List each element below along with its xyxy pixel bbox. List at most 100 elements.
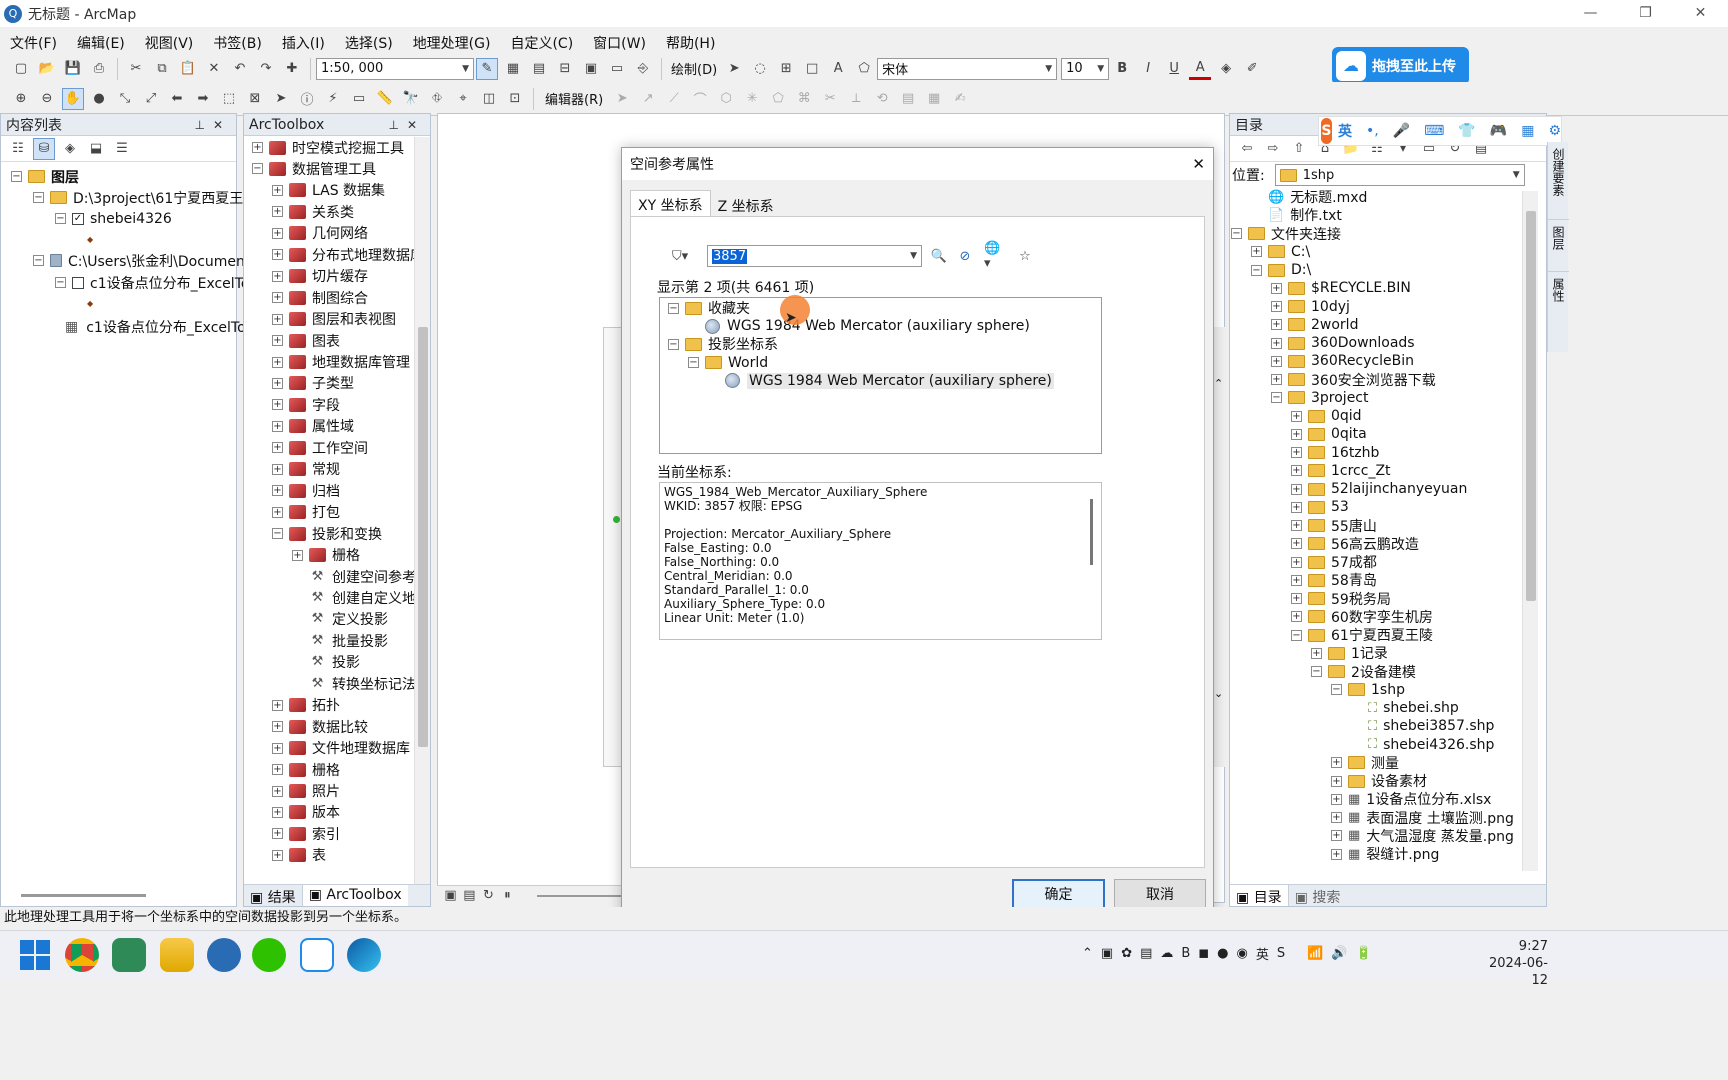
collapse-icon[interactable]: − — [668, 338, 679, 350]
point-icon[interactable]: ✳ — [741, 88, 763, 110]
pan-icon[interactable]: ✋ — [62, 87, 84, 110]
time-slider-icon[interactable]: ◫ — [478, 88, 500, 110]
catalog-item[interactable]: +360安全浏览器下载 — [1271, 371, 1436, 389]
collapse-icon[interactable]: − — [1291, 629, 1302, 641]
menu-file[interactable]: 文件(F) — [10, 33, 57, 53]
edit-annotation-icon[interactable]: ↗ — [637, 88, 659, 110]
toolbox-item[interactable]: − 投影和变换 — [272, 523, 382, 544]
expand-icon[interactable]: + — [272, 742, 283, 754]
endpoint-arc-icon[interactable]: ⌒ — [689, 88, 711, 110]
collapse-icon[interactable]: − — [668, 302, 679, 314]
toolbox-tool[interactable]: ⚒ 定义投影 — [309, 609, 388, 630]
catalog-item[interactable]: 🌐 无标题.mxd — [1268, 188, 1367, 207]
expand-icon[interactable]: + — [1271, 337, 1282, 349]
toolbox-item[interactable]: + 数据比较 — [272, 716, 368, 737]
add-data-icon[interactable]: ✚ — [281, 58, 303, 80]
toc-item[interactable]: − C:\Users\张金利\Document — [33, 250, 250, 271]
collapse-icon[interactable]: − — [688, 357, 699, 369]
full-extent-icon[interactable]: ● — [88, 88, 110, 110]
expand-icon[interactable]: + — [272, 806, 283, 818]
copy-icon[interactable]: ⧉ — [151, 58, 173, 80]
cancel-button[interactable]: 取消 — [1114, 879, 1206, 909]
draw-menu[interactable]: 绘制(D) — [671, 59, 717, 78]
expand-icon[interactable]: + — [1331, 793, 1342, 805]
fixed-zoom-in-icon[interactable]: ⤡ — [114, 88, 136, 110]
start-button[interactable] — [18, 938, 52, 972]
forward-icon[interactable]: ⇨ — [1262, 138, 1284, 160]
catalog-item[interactable]: + ▦ 裂缝计.png — [1331, 845, 1439, 863]
catalog-item[interactable]: +60数字孪生机房 — [1291, 608, 1433, 626]
coordinate-tree-item[interactable]: − World — [688, 354, 768, 372]
expand-icon[interactable]: + — [1331, 757, 1342, 769]
print-icon[interactable]: ⎙ — [88, 58, 110, 80]
collapse-icon[interactable]: − — [1251, 264, 1262, 276]
collapse-icon[interactable]: − — [1271, 392, 1282, 404]
list-by-visibility-icon[interactable]: ◈ — [59, 138, 81, 160]
toc-item[interactable]: − 图层 — [11, 166, 79, 187]
dialog-close-icon[interactable]: ✕ — [1192, 155, 1205, 173]
toolbox-item[interactable]: + 图表 — [272, 330, 340, 351]
horizontal-scrollbar[interactable] — [21, 894, 146, 897]
select-elements-icon[interactable]: ➤ — [723, 58, 745, 80]
arcmap-taskbar-icon[interactable] — [207, 938, 241, 972]
expand-icon[interactable]: + — [272, 292, 283, 304]
tray-app-icon[interactable]: S — [1277, 946, 1285, 961]
cut-polygons-icon[interactable]: ✂ — [819, 88, 841, 110]
split-icon[interactable]: ⟂ — [845, 88, 867, 110]
baidu-netdisk-icon[interactable] — [300, 938, 334, 972]
expand-icon[interactable]: + — [272, 699, 283, 711]
font-size-combo[interactable]: 10 ▼ — [1061, 57, 1110, 80]
menu-customize[interactable]: 自定义(C) — [510, 33, 573, 53]
toolbox-item[interactable]: + 拓扑 — [272, 695, 340, 716]
menu-bookmarks[interactable]: 书签(B) — [213, 33, 262, 53]
expand-icon[interactable]: + — [272, 785, 283, 797]
expand-icon[interactable]: + — [272, 721, 283, 733]
skin-icon[interactable]: 👕 — [1458, 123, 1475, 139]
expand-icon[interactable]: + — [1291, 465, 1302, 477]
toolbox-tool[interactable]: ⚒ 投影 — [309, 652, 360, 673]
expand-icon[interactable]: + — [272, 506, 283, 518]
reshape-icon[interactable]: ⌘ — [793, 88, 815, 110]
menu-edit[interactable]: 编辑(E) — [77, 33, 125, 53]
catalog-item[interactable]: +59税务局 — [1291, 590, 1391, 608]
expand-icon[interactable]: + — [272, 377, 283, 389]
menu-insert[interactable]: 插入(I) — [282, 33, 325, 53]
zoom-out-icon[interactable]: ⊖ — [36, 88, 58, 110]
catalog-item[interactable]: − 2设备建模 — [1311, 663, 1416, 681]
ok-button[interactable]: 确定 — [1012, 879, 1105, 909]
expand-icon[interactable]: + — [1331, 812, 1342, 823]
collapse-icon[interactable]: − — [33, 192, 44, 203]
toolbox-item[interactable]: + 关系类 — [272, 201, 354, 222]
tray-app-icon[interactable]: ☁ — [1160, 946, 1173, 961]
catalog-item[interactable]: +2world — [1271, 316, 1358, 334]
expand-icon[interactable]: + — [1291, 593, 1302, 604]
expand-icon[interactable]: + — [292, 549, 303, 561]
list-by-source-icon[interactable]: ⛁ — [33, 137, 55, 160]
toolbox-item[interactable]: + 几何网络 — [272, 223, 368, 244]
battery-icon[interactable]: 🔋 — [1355, 946, 1371, 961]
collapse-icon[interactable]: − — [33, 255, 44, 266]
minimize-button[interactable]: — — [1563, 0, 1618, 27]
catalog-item[interactable]: +360Downloads — [1271, 334, 1415, 352]
back-icon[interactable]: ⇦ — [1236, 138, 1258, 160]
expand-icon[interactable]: + — [272, 420, 283, 432]
clear-search-icon[interactable]: ⊘ — [954, 245, 976, 267]
expand-icon[interactable]: + — [272, 184, 283, 196]
expand-icon[interactable]: + — [272, 227, 283, 239]
settings-icon[interactable]: ⚙ — [1548, 123, 1561, 139]
line-color-icon[interactable]: ✐ — [1241, 58, 1263, 80]
wechat-icon[interactable] — [252, 938, 286, 972]
catalog-item[interactable]: 📄 制作.txt — [1268, 206, 1342, 225]
game-icon[interactable]: 🎮 — [1490, 123, 1507, 139]
toolbox-scrollbar[interactable] — [414, 137, 430, 885]
modelbuilder-icon[interactable]: ⎆ — [632, 58, 654, 80]
collapse-icon[interactable]: − — [252, 163, 263, 175]
redo-icon[interactable]: ↷ — [255, 58, 277, 80]
toolbox-item[interactable]: + 子类型 — [272, 373, 354, 394]
collapse-icon[interactable]: − — [1331, 684, 1342, 696]
layout-view-icon[interactable]: ▤ — [462, 885, 477, 907]
location-combo[interactable]: 1shp ▼ — [1274, 164, 1525, 186]
catalog-item[interactable]: +10dyj — [1271, 298, 1350, 316]
visibility-checkbox[interactable]: ✓ — [72, 212, 84, 225]
toolbox-item[interactable]: + 栅格 — [272, 759, 340, 780]
